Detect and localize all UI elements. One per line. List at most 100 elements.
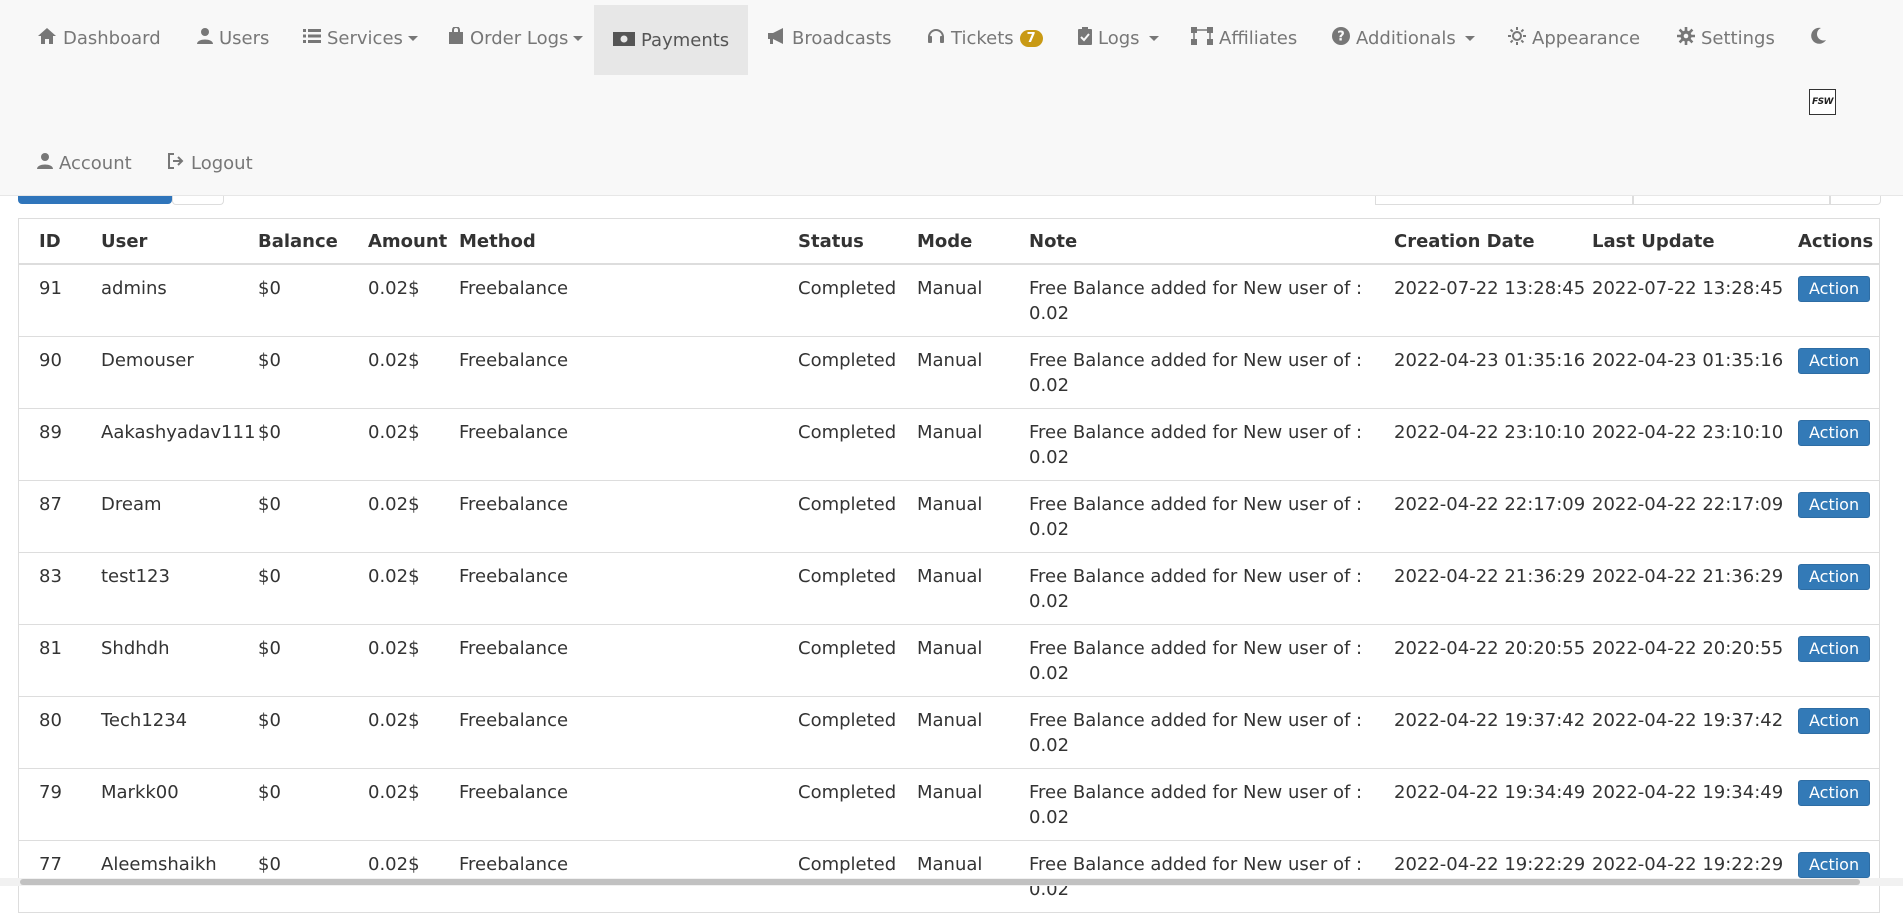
cell-last-update: 2022-04-22 21:36:29	[1572, 552, 1783, 625]
header-amount: Amount	[348, 219, 447, 265]
horizontal-scrollbar[interactable]	[0, 878, 1903, 886]
cell-creation-date: 2022-04-23 01:35:16	[1374, 336, 1585, 409]
nav-additionals[interactable]: ? Additionals	[1332, 3, 1475, 73]
action-button[interactable]: Action	[1798, 780, 1871, 806]
sun-icon	[1508, 26, 1526, 50]
nav-users-label: Users	[219, 27, 270, 49]
cell-mode: Manual	[897, 624, 1009, 697]
action-button[interactable]: Action	[1798, 708, 1871, 734]
cell-mode: Manual	[897, 336, 1009, 409]
user-icon	[197, 27, 213, 50]
header-balance: Balance	[238, 219, 348, 265]
cell-actions: Action	[1778, 408, 1879, 481]
cell-user: Aleemshaikh	[81, 840, 238, 912]
cell-amount: 0.02$	[348, 768, 439, 841]
action-button[interactable]: Action	[1798, 492, 1871, 518]
action-button[interactable]: Action	[1798, 564, 1871, 590]
nav-dashboard[interactable]: Dashboard	[37, 3, 161, 73]
nav-appearance[interactable]: Appearance	[1508, 3, 1640, 73]
cell-actions: Action	[1778, 696, 1879, 769]
svg-text:?: ?	[1337, 29, 1345, 44]
cell-id: 83	[19, 552, 81, 625]
cell-amount: 0.02$	[348, 840, 439, 912]
cell-last-update: 2022-04-22 22:17:09	[1572, 480, 1783, 553]
cell-id: 89	[19, 408, 81, 481]
action-button[interactable]: Action	[1798, 420, 1871, 446]
cell-method: Freebalance	[439, 696, 778, 769]
nav-additionals-label: Additionals	[1356, 27, 1456, 49]
cell-status: Completed	[778, 480, 897, 553]
nav-appearance-label: Appearance	[1532, 27, 1641, 49]
cell-method: Freebalance	[439, 336, 778, 409]
action-button[interactable]: Action	[1798, 348, 1871, 374]
cell-method: Freebalance	[439, 624, 778, 697]
cell-id: 80	[19, 696, 81, 769]
user-icon	[37, 152, 53, 175]
cell-note: Free Balance added for New user of : 0.0…	[1009, 480, 1374, 553]
nav-logout[interactable]: Logout	[167, 128, 253, 198]
action-button[interactable]: Action	[1798, 852, 1871, 878]
cell-creation-date: 2022-04-22 23:10:10	[1374, 408, 1585, 481]
nav-settings[interactable]: Settings	[1677, 3, 1775, 73]
table-row: 89 Aakashyadav111 $0 0.02$ Freebalance C…	[19, 408, 1879, 481]
cell-amount: 0.02$	[348, 552, 439, 625]
header-actions: Actions	[1778, 219, 1879, 265]
cell-creation-date: 2022-04-22 21:36:29	[1374, 552, 1585, 625]
cell-status: Completed	[778, 336, 897, 409]
cell-mode: Manual	[897, 408, 1009, 481]
cell-note: Free Balance added for New user of : 0.0…	[1009, 624, 1374, 697]
nav-order-logs-label: Order Logs	[470, 27, 569, 49]
cell-status: Completed	[778, 840, 897, 912]
cell-method: Freebalance	[439, 768, 778, 841]
scrollbar-thumb[interactable]	[20, 879, 1860, 885]
cell-status: Completed	[778, 552, 897, 625]
action-button[interactable]: Action	[1798, 636, 1871, 662]
nav-broadcasts-label: Broadcasts	[792, 27, 892, 49]
cell-status: Completed	[778, 768, 897, 841]
table-row: 87 Dream $0 0.02$ Freebalance Completed …	[19, 480, 1879, 553]
header-user: User	[81, 219, 238, 265]
cell-note: Free Balance added for New user of : 0.0…	[1009, 552, 1374, 625]
headset-icon	[927, 27, 945, 50]
nav-logs[interactable]: Logs	[1078, 3, 1159, 73]
cell-last-update: 2022-04-22 19:37:42	[1572, 696, 1783, 769]
cell-mode: Manual	[897, 768, 1009, 841]
table-row: 91 admins $0 0.02$ Freebalance Completed…	[19, 263, 1879, 337]
table-row: 90 Demouser $0 0.02$ Freebalance Complet…	[19, 336, 1879, 409]
cell-amount: 0.02$	[348, 696, 439, 769]
nav-payments[interactable]: Payments	[594, 5, 749, 75]
payments-table: ID User Balance Amount Method Status Mod…	[19, 219, 1879, 912]
megaphone-icon	[766, 27, 786, 49]
cell-mode: Manual	[897, 263, 1009, 337]
cell-status: Completed	[778, 696, 897, 769]
chevron-down-icon	[1464, 35, 1475, 41]
cell-actions: Action	[1778, 263, 1879, 337]
dark-mode-toggle[interactable]	[1809, 3, 1833, 73]
nav-users[interactable]: Users	[197, 3, 269, 73]
cell-amount: 0.02$	[348, 408, 439, 481]
nav-tickets[interactable]: Tickets 7	[927, 3, 1043, 73]
nav-affiliates[interactable]: Affiliates	[1191, 3, 1297, 73]
shopping-bag-icon	[448, 25, 464, 50]
payments-table-container: ID User Balance Amount Method Status Mod…	[18, 218, 1880, 913]
cell-id: 81	[19, 624, 81, 697]
cell-user: Markk00	[81, 768, 238, 841]
cell-note: Free Balance added for New user of : 0.0…	[1009, 336, 1374, 409]
cell-amount: 0.02$	[348, 336, 439, 409]
top-navbar: Dashboard Users Services Order Logs Paym…	[0, 0, 1903, 196]
nav-account[interactable]: Account	[37, 128, 132, 198]
nav-services[interactable]: Services	[303, 3, 418, 73]
cell-mode: Manual	[897, 480, 1009, 553]
nav-order-logs[interactable]: Order Logs	[448, 3, 584, 73]
cell-status: Completed	[778, 624, 897, 697]
cell-balance: $0	[238, 696, 348, 769]
chevron-down-icon	[573, 35, 584, 41]
nav-broadcasts[interactable]: Broadcasts	[766, 3, 892, 73]
cell-method: Freebalance	[439, 408, 778, 481]
site-logo[interactable]: FSW	[1809, 89, 1836, 115]
action-button[interactable]: Action	[1798, 276, 1871, 302]
cell-mode: Manual	[897, 840, 1009, 912]
cell-creation-date: 2022-04-22 19:37:42	[1374, 696, 1585, 769]
cell-id: 90	[19, 336, 81, 409]
tickets-count-badge: 7	[1019, 29, 1043, 47]
